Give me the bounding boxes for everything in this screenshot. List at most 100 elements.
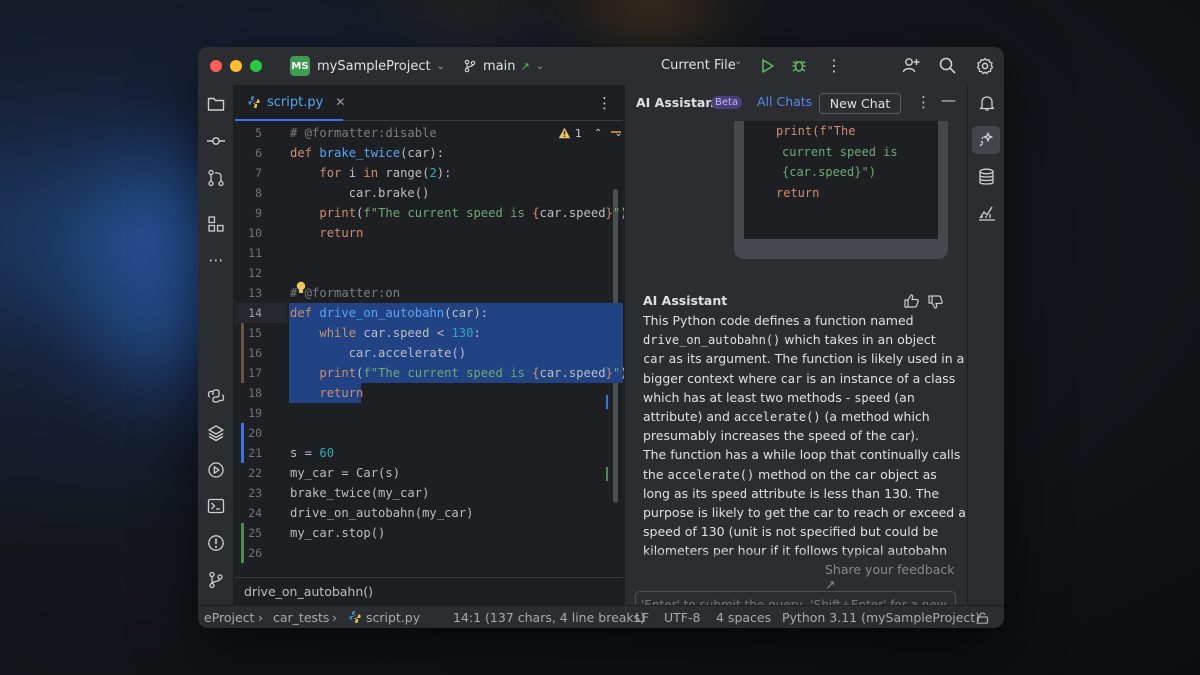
add-user-icon[interactable]: [902, 56, 920, 74]
settings-gear-icon[interactable]: [976, 57, 994, 75]
code-line: # @formatter:disable: [290, 126, 437, 140]
response-line: long as its speed attribute is less than…: [643, 485, 940, 501]
file-encoding[interactable]: UTF-8: [664, 606, 700, 628]
chevron-right-icon: ›: [258, 610, 263, 625]
line-number: 10: [248, 226, 262, 240]
thumbs-down-icon[interactable]: [928, 295, 943, 313]
outgoing-arrow-icon: ↗: [520, 59, 530, 73]
lock-icon[interactable]: [976, 611, 989, 627]
background-blur-orange-2: [420, 0, 510, 20]
code-line: s = 60: [290, 446, 335, 460]
snippet-line: return: [776, 185, 820, 200]
line-number: 7: [255, 166, 262, 180]
notifications-bell-icon[interactable]: [978, 94, 996, 116]
new-chat-button[interactable]: New Chat: [819, 93, 901, 114]
all-chats-link[interactable]: All Chats: [757, 94, 812, 109]
inspection-widget[interactable]: 1 ⌃ ⌄: [558, 124, 623, 142]
ai-options-more-icon[interactable]: ⋮: [916, 93, 931, 111]
code-line: def drive_on_autobahn(car):: [290, 306, 489, 320]
tab-options-more-icon[interactable]: ⋮: [597, 94, 612, 112]
services-run-icon[interactable]: [206, 460, 226, 480]
layers-icon[interactable]: [206, 423, 226, 443]
python-interpreter[interactable]: Python 3.11 (mySampleProject): [782, 606, 980, 628]
thumbs-up-icon[interactable]: [904, 294, 919, 312]
next-highlight-icon[interactable]: ⌄: [614, 128, 622, 139]
line-separator[interactable]: LF: [635, 606, 649, 628]
more-vertical-icon[interactable]: ⋮: [826, 56, 842, 75]
python-console-icon[interactable]: [206, 386, 226, 406]
minimize-window-button[interactable]: [230, 60, 242, 72]
code-line: return: [319, 386, 364, 400]
warning-icon: [558, 127, 571, 139]
line-number: 8: [255, 186, 262, 200]
scroll-marker: [606, 395, 608, 409]
debug-icon[interactable]: [791, 57, 807, 73]
search-icon[interactable]: [939, 57, 956, 74]
close-tab-icon[interactable]: ✕: [335, 95, 345, 109]
response-line: bigger context where car is an instance …: [643, 370, 956, 386]
response-line: which has at least two methods - speed (…: [643, 389, 915, 405]
line-number: 17: [248, 366, 262, 380]
sciview-chart-icon[interactable]: [978, 205, 996, 225]
snippet-line: print(f"The: [776, 124, 856, 138]
line-number: 20: [248, 426, 262, 440]
line-number: 15: [248, 326, 262, 340]
line-number: 21: [248, 446, 262, 460]
previous-highlight-icon[interactable]: ⌃: [594, 128, 602, 139]
line-number: 13: [248, 286, 262, 300]
more-horizontal-icon[interactable]: ⋯: [206, 250, 226, 270]
run-config-selector[interactable]: Current File: [661, 58, 736, 73]
line-number: 22: [248, 466, 262, 480]
line-number: 19: [248, 406, 262, 420]
response-author: AI Assistant: [643, 293, 728, 308]
hide-panel-icon[interactable]: —: [941, 91, 956, 109]
run-icon[interactable]: [761, 58, 775, 74]
chevron-down-icon[interactable]: ⌄: [536, 61, 544, 72]
line-number: 23: [248, 486, 262, 500]
project-folder-icon[interactable]: [206, 94, 226, 114]
status-crumb-folder[interactable]: car_tests: [273, 606, 329, 628]
commit-icon[interactable]: [206, 131, 226, 151]
structure-icon[interactable]: [206, 214, 226, 234]
maximize-window-button[interactable]: [250, 60, 262, 72]
close-window-button[interactable]: [210, 60, 222, 72]
response-line: attribute) and accelerate() (a method wh…: [643, 409, 930, 424]
response-line: speed of 130 (unit is not specified but …: [643, 524, 939, 540]
code-area[interactable]: 1 ⌃ ⌄ 5 6 7 8 9 10 11 12 13 14 15 16 17 18 19 20 21 22 23 2…: [235, 123, 628, 577]
line-number: 6: [255, 146, 262, 160]
code-line: my_car = Car(s): [290, 466, 401, 480]
pull-requests-icon[interactable]: [206, 168, 226, 188]
snippet-line: current speed is: [782, 144, 898, 159]
left-tool-strip: ⋯: [198, 85, 234, 605]
chevron-down-icon[interactable]: ⌄: [734, 56, 742, 67]
code-breadcrumb[interactable]: drive_on_autobahn(): [235, 577, 623, 605]
editor-tab-bar: script.py ✕ ⋮: [235, 85, 623, 121]
line-number: 25: [248, 526, 262, 540]
tab-label: script.py: [267, 94, 324, 110]
problems-icon[interactable]: [206, 533, 226, 553]
chevron-right-icon: ›: [332, 610, 337, 625]
database-icon[interactable]: [978, 168, 995, 190]
chevron-down-icon[interactable]: ⌄: [437, 61, 445, 72]
ai-assistant-toggle[interactable]: [972, 126, 1000, 154]
git-icon[interactable]: [206, 570, 226, 590]
code-line: def brake_twice(car):: [290, 146, 445, 160]
response-line: purpose is likely to get the car to reac…: [643, 505, 966, 520]
right-tool-strip: [967, 85, 1004, 605]
title-bar: MS mySampleProject ⌄ main ↗ ⌄ Current Fi…: [198, 47, 1004, 85]
code-line: drive_on_autobahn(my_car): [290, 506, 474, 520]
terminal-icon[interactable]: [206, 496, 226, 516]
tab-script-py[interactable]: script.py ✕: [235, 85, 345, 121]
window-controls: [210, 60, 262, 72]
ai-assistant-panel: AI Assistant Beta All Chats New Chat ⋮ —…: [624, 85, 968, 628]
indent-setting[interactable]: 4 spaces: [716, 606, 771, 628]
response-line: the accelerate() method on the car objec…: [643, 466, 937, 482]
branch-name[interactable]: main: [483, 59, 515, 74]
project-name[interactable]: mySampleProject: [317, 59, 431, 74]
line-number: 12: [248, 266, 262, 280]
share-feedback-link[interactable]: Share your feedback ↗: [825, 562, 967, 592]
status-crumb-file[interactable]: script.py: [366, 606, 420, 628]
caret-position[interactable]: 14:1 (137 chars, 4 line breaks): [453, 606, 645, 628]
status-crumb-project[interactable]: eProject: [204, 606, 254, 628]
response-fade: [625, 551, 968, 561]
